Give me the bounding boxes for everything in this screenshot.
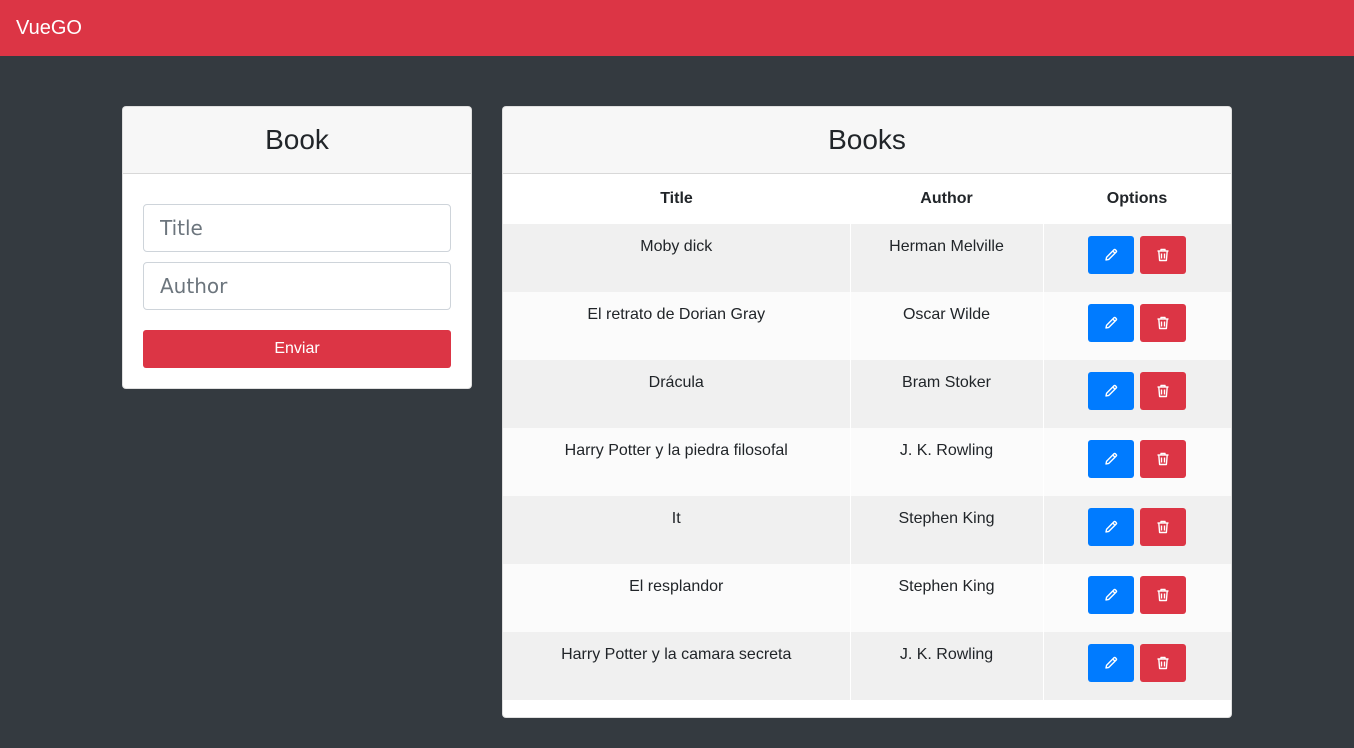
book-author-cell: J. K. Rowling <box>850 632 1044 700</box>
pencil-icon <box>1103 587 1119 603</box>
trash-icon <box>1155 383 1171 399</box>
table-row: Drácula Bram Stoker <box>503 360 1231 428</box>
submit-button[interactable]: Enviar <box>143 330 451 368</box>
book-title-cell: Harry Potter y la camara secreta <box>503 632 851 700</box>
edit-button[interactable] <box>1088 304 1135 342</box>
book-options-cell <box>1043 428 1231 496</box>
book-options-cell <box>1043 564 1231 632</box>
book-title-cell: Harry Potter y la piedra filosofal <box>503 428 851 496</box>
edit-button[interactable] <box>1088 440 1135 478</box>
books-card: Books Title Author Options Moby dick Herm… <box>502 106 1232 718</box>
trash-icon <box>1155 519 1171 535</box>
pencil-icon <box>1103 247 1119 263</box>
pencil-icon <box>1103 519 1119 535</box>
table-row: Moby dick Herman Melville <box>503 224 1231 292</box>
navbar: VueGO <box>0 0 1354 56</box>
table-header-row: Title Author Options <box>503 174 1231 224</box>
table-row: Harry Potter y la piedra filosofal J. K. … <box>503 428 1231 496</box>
column-header-title: Title <box>660 190 693 207</box>
books-header: Books <box>503 107 1231 174</box>
table-row: El resplandor Stephen King <box>503 564 1231 632</box>
edit-button[interactable] <box>1088 576 1135 614</box>
pencil-icon <box>1103 451 1119 467</box>
book-title-cell: Drácula <box>503 360 851 428</box>
edit-button[interactable] <box>1088 644 1135 682</box>
book-options-cell <box>1043 632 1231 700</box>
delete-button[interactable] <box>1140 440 1187 478</box>
delete-button[interactable] <box>1140 644 1187 682</box>
book-title-cell: Moby dick <box>503 224 851 292</box>
trash-icon <box>1155 655 1171 671</box>
book-author-cell: Stephen King <box>850 496 1044 564</box>
brand-logo[interactable]: VueGO <box>16 17 82 40</box>
book-title-cell: El retrato de Dorian Gray <box>503 292 851 360</box>
book-author-cell: Herman Melville <box>850 224 1044 292</box>
trash-icon <box>1155 451 1171 467</box>
book-title-cell: It <box>503 496 851 564</box>
delete-button[interactable] <box>1140 372 1187 410</box>
title-input[interactable] <box>143 204 451 252</box>
delete-button[interactable] <box>1140 576 1187 614</box>
book-options-cell <box>1043 224 1231 292</box>
books-table: Title Author Options Moby dick Herman Mel… <box>503 174 1231 700</box>
book-options-cell <box>1043 496 1231 564</box>
book-author-cell: Oscar Wilde <box>850 292 1044 360</box>
delete-button[interactable] <box>1140 236 1187 274</box>
delete-button[interactable] <box>1140 304 1187 342</box>
pencil-icon <box>1103 383 1119 399</box>
edit-button[interactable] <box>1088 508 1135 546</box>
book-author-cell: J. K. Rowling <box>850 428 1044 496</box>
table-row: It Stephen King <box>503 496 1231 564</box>
trash-icon <box>1155 315 1171 331</box>
column-header-author: Author <box>920 190 973 207</box>
pencil-icon <box>1103 315 1119 331</box>
delete-button[interactable] <box>1140 508 1187 546</box>
edit-button[interactable] <box>1088 236 1135 274</box>
book-form-header: Book <box>123 107 471 174</box>
author-input[interactable] <box>143 262 451 310</box>
trash-icon <box>1155 587 1171 603</box>
pencil-icon <box>1103 655 1119 671</box>
table-row: El retrato de Dorian Gray Oscar Wilde <box>503 292 1231 360</box>
book-form: Enviar <box>123 174 471 388</box>
book-author-cell: Stephen King <box>850 564 1044 632</box>
column-header-options: Options <box>1106 190 1168 207</box>
book-options-cell <box>1043 360 1231 428</box>
book-options-cell <box>1043 292 1231 360</box>
trash-icon <box>1155 247 1171 263</box>
edit-button[interactable] <box>1088 372 1135 410</box>
book-title-cell: El resplandor <box>503 564 851 632</box>
book-form-card: Book Enviar <box>122 106 472 389</box>
book-author-cell: Bram Stoker <box>850 360 1044 428</box>
table-row: Harry Potter y la camara secreta J. K. Ro… <box>503 632 1231 700</box>
